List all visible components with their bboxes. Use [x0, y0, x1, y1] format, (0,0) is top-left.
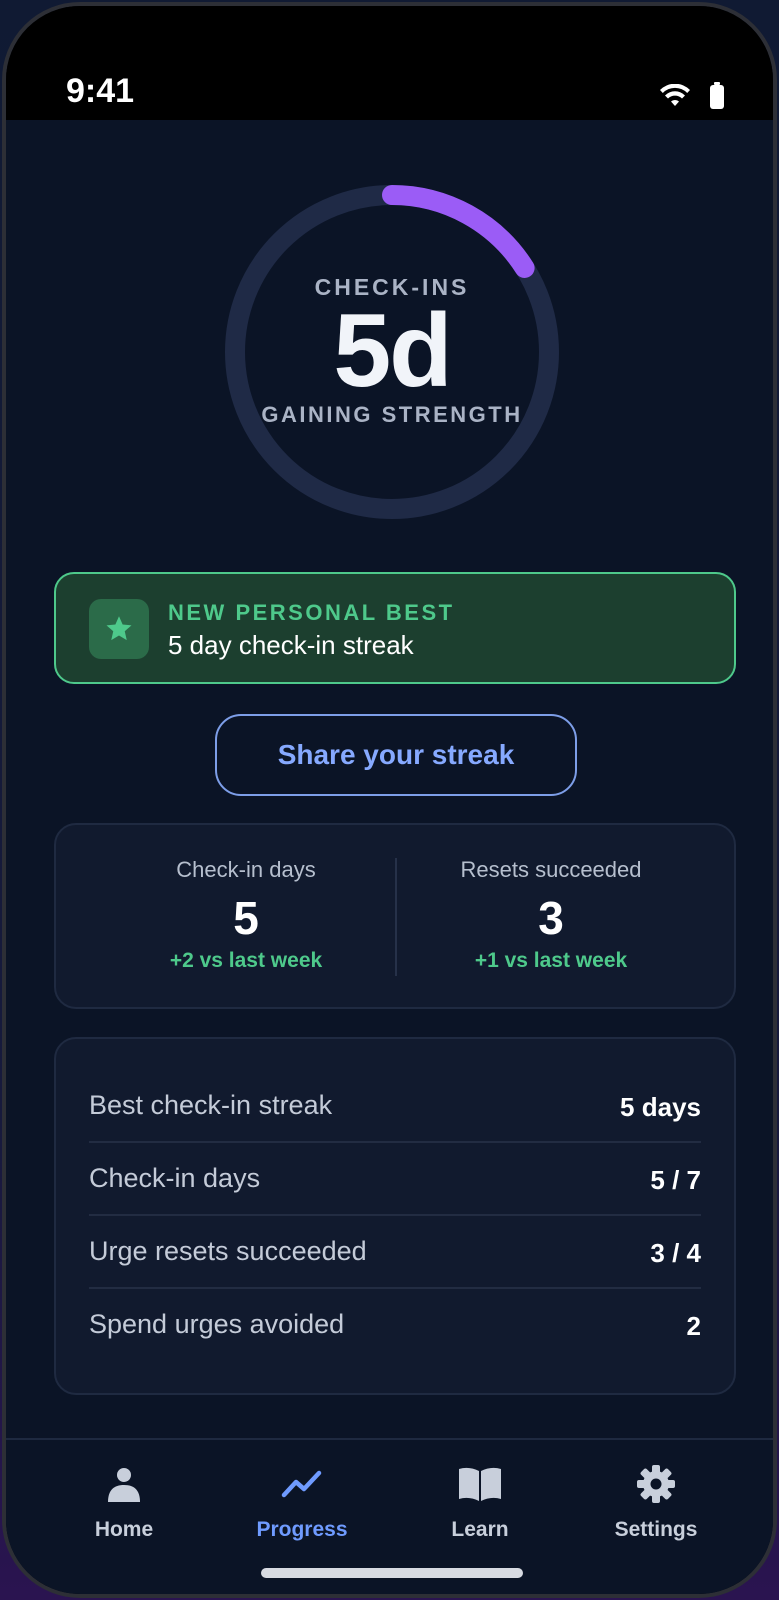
ring-text: CHECK-INS 5d GAINING STRENGTH — [222, 182, 562, 522]
status-icons — [659, 82, 725, 115]
personal-best-banner: NEW PERSONAL BEST 5 day check-in streak — [54, 572, 736, 684]
nav-item-settings[interactable]: Settings — [566, 1440, 746, 1560]
stat-label: Resets succeeded — [460, 857, 642, 882]
phone-frame: 9:41 CHECK-INS 5d GAINING STRENGTH NEW P… — [2, 2, 777, 1598]
bottom-nav: Home Progress Learn Settings — [6, 1438, 773, 1580]
banner-subtitle: 5 day check-in streak — [168, 630, 414, 660]
ring-subtitle: GAINING STRENGTH — [261, 402, 523, 427]
detail-label: Check-in days — [89, 1163, 261, 1193]
stat-check-in-days: Check-in days 5 +2 vs last week — [96, 825, 396, 1011]
trend-icon — [281, 1462, 323, 1506]
stat-resets-succeeded: Resets succeeded 3 +1 vs last week — [401, 825, 701, 1011]
nav-item-learn[interactable]: Learn — [390, 1440, 570, 1560]
weekly-stats-card: Check-in days 5 +2 vs last week Resets s… — [54, 823, 736, 1009]
book-icon — [457, 1462, 503, 1506]
status-bar: 9:41 — [6, 6, 773, 120]
wifi-icon — [659, 83, 691, 113]
stat-delta: +1 vs last week — [474, 949, 628, 972]
status-time: 9:41 — [66, 72, 135, 110]
stat-delta: +2 vs last week — [169, 949, 323, 972]
detail-value: 5 days — [620, 1092, 701, 1122]
share-streak-button[interactable]: Share your streak — [215, 714, 577, 796]
detail-label: Urge resets succeeded — [89, 1236, 367, 1266]
details-card: Best check-in streak 5 days Check-in day… — [54, 1037, 736, 1395]
detail-value: 5 / 7 — [650, 1165, 701, 1195]
nav-label: Learn — [451, 1518, 509, 1541]
stat-label: Check-in days — [176, 857, 316, 882]
nav-label: Progress — [256, 1518, 348, 1541]
nav-label: Settings — [614, 1518, 698, 1541]
nav-item-home[interactable]: Home — [34, 1440, 214, 1560]
battery-icon — [709, 82, 725, 115]
detail-row-best-streak: Best check-in streak 5 days — [89, 1070, 701, 1143]
home-indicator — [261, 1568, 523, 1578]
detail-row-urge-resets: Urge resets succeeded 3 / 4 — [89, 1216, 701, 1289]
progress-screen: CHECK-INS 5d GAINING STRENGTH NEW PERSON… — [6, 120, 773, 1438]
nav-label: Home — [94, 1518, 154, 1541]
detail-value: 3 / 4 — [650, 1238, 701, 1268]
detail-row-check-in-days: Check-in days 5 / 7 — [89, 1143, 701, 1216]
nav-item-progress[interactable]: Progress — [212, 1440, 392, 1560]
detail-label: Best check-in streak — [89, 1090, 333, 1120]
stat-divider — [395, 858, 397, 976]
gear-icon — [636, 1462, 676, 1506]
streak-ring: CHECK-INS 5d GAINING STRENGTH — [222, 182, 562, 522]
detail-row-spend-urges: Spend urges avoided 2 — [89, 1289, 701, 1362]
person-icon — [104, 1462, 144, 1506]
detail-value: 2 — [686, 1311, 701, 1341]
ring-value: 5d — [333, 293, 452, 409]
banner-title: NEW PERSONAL BEST — [168, 600, 455, 625]
screen: 9:41 CHECK-INS 5d GAINING STRENGTH NEW P… — [6, 6, 773, 1594]
stat-value: 5 — [233, 892, 259, 944]
stat-value: 3 — [538, 892, 564, 944]
star-icon — [89, 599, 149, 659]
detail-label: Spend urges avoided — [89, 1309, 345, 1339]
